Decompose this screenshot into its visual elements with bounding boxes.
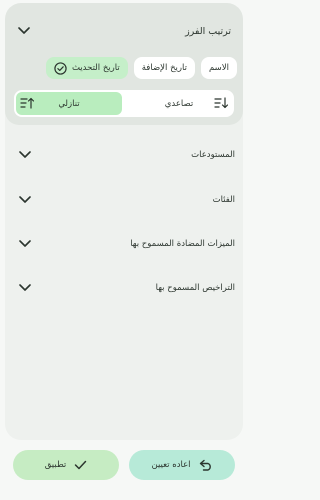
check-circle-icon xyxy=(54,61,67,75)
chip-date-updated[interactable]: تاريخ التحديث xyxy=(45,57,128,79)
undo-icon xyxy=(199,459,213,471)
chip-name[interactable]: الاسم xyxy=(201,57,237,79)
check-icon xyxy=(74,460,87,470)
chip-label: الاسم xyxy=(209,63,229,73)
filter-panel: ترتيب الفرز الاسم تاريخ الإضافة تاريخ ال… xyxy=(5,3,243,440)
apply-label: تطبيق xyxy=(44,460,67,470)
order-descending[interactable]: تنازلي xyxy=(16,92,122,115)
chip-date-added[interactable]: تاريخ الإضافة xyxy=(133,57,195,79)
filter-label: التراخيص المسموح بها xyxy=(155,283,235,293)
chip-label: تاريخ الإضافة xyxy=(141,63,187,73)
filter-anti-features[interactable]: الميزات المضادة المسموح بها xyxy=(5,232,243,256)
filter-categories[interactable]: الفئات xyxy=(5,188,243,212)
chevron-down-icon[interactable] xyxy=(18,148,32,162)
action-bar: تطبيق اعاده تعيين xyxy=(13,450,235,480)
filter-label: الفئات xyxy=(212,195,235,205)
order-ascending[interactable]: تصاعدي xyxy=(126,92,232,115)
apply-button[interactable]: تطبيق xyxy=(13,450,119,480)
filter-licenses[interactable]: التراخيص المسموح بها xyxy=(5,276,243,300)
sort-order-toggle: تنازلي تصاعدي xyxy=(14,90,234,117)
order-ascending-label: تصاعدي xyxy=(164,98,194,109)
chevron-down-icon[interactable] xyxy=(18,281,32,295)
sort-card: ترتيب الفرز الاسم تاريخ الإضافة تاريخ ال… xyxy=(5,3,243,125)
chevron-down-icon[interactable] xyxy=(17,24,31,38)
order-descending-label: تنازلي xyxy=(58,98,80,109)
chevron-down-icon[interactable] xyxy=(18,193,32,207)
chevron-down-icon[interactable] xyxy=(18,237,32,251)
filter-label: المستودعات xyxy=(191,150,235,160)
sort-header[interactable]: ترتيب الفرز xyxy=(5,19,243,43)
filter-label: الميزات المضادة المسموح بها xyxy=(130,239,235,249)
sort-field-chips: الاسم تاريخ الإضافة تاريخ التحديث xyxy=(45,57,237,79)
chip-label: تاريخ التحديث xyxy=(71,63,120,73)
reset-button[interactable]: اعاده تعيين xyxy=(129,450,235,480)
filter-repositories[interactable]: المستودعات xyxy=(5,143,243,167)
reset-label: اعاده تعيين xyxy=(151,460,191,470)
sort-descending-icon xyxy=(20,97,34,109)
sort-ascending-icon xyxy=(214,97,228,109)
sort-title: ترتيب الفرز xyxy=(185,25,231,37)
